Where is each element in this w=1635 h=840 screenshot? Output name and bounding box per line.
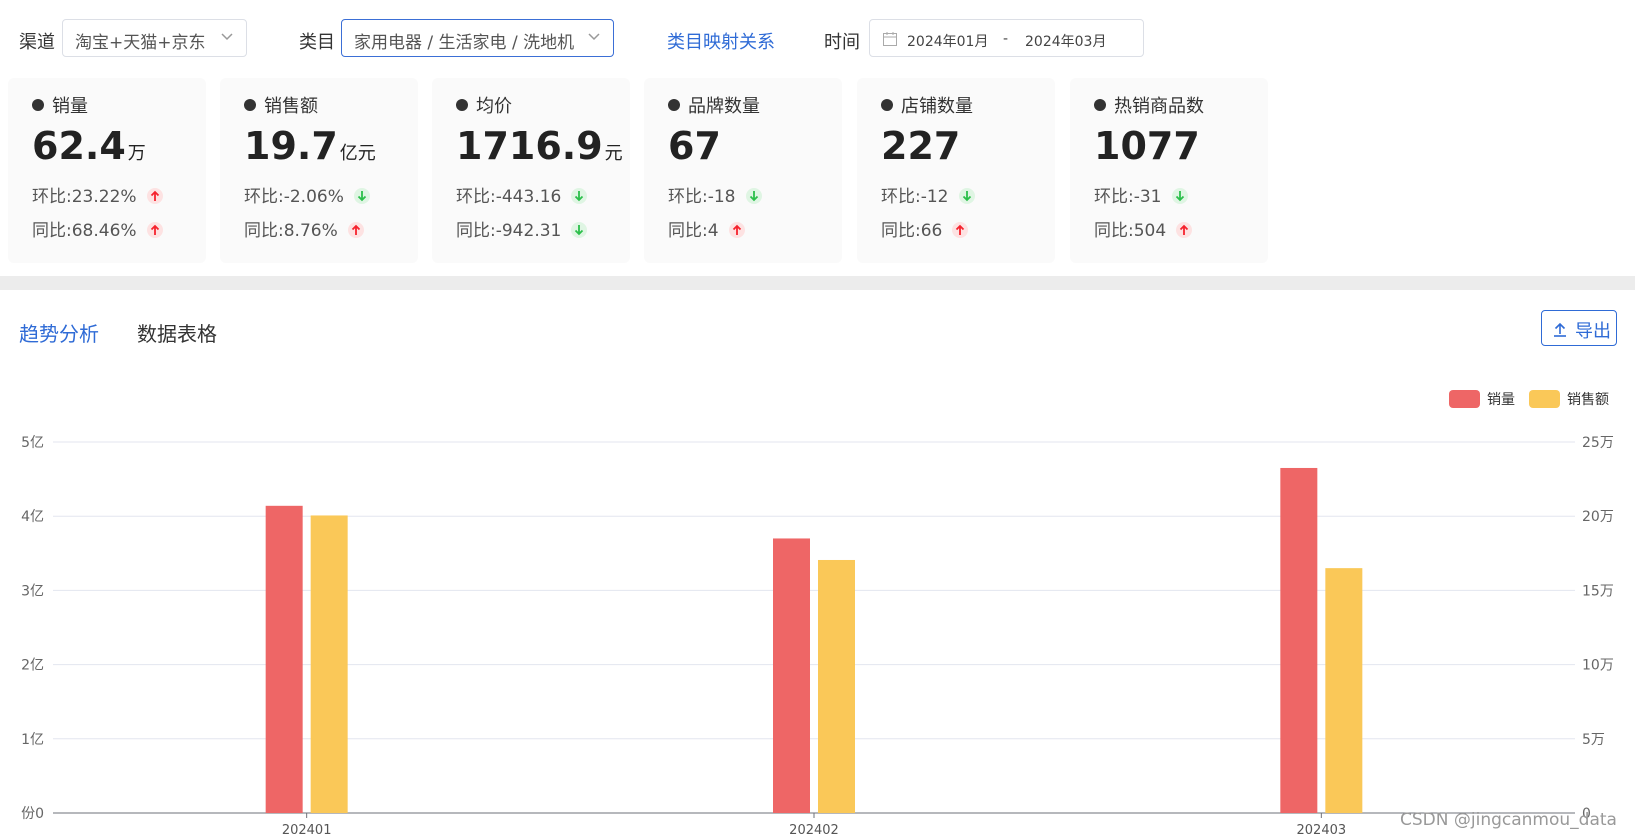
kpi-mom: 环比:-18 bbox=[668, 182, 762, 207]
channel-select[interactable]: 淘宝+天猫+京东 bbox=[62, 19, 247, 57]
kpi-yoy: 同比:504 bbox=[1094, 216, 1193, 241]
chevron-down-icon bbox=[588, 33, 600, 41]
kpi-yoy: 同比:68.46% bbox=[32, 216, 163, 241]
bullet-dot-icon bbox=[456, 99, 468, 111]
bullet-dot-icon bbox=[32, 99, 44, 111]
kpi-value: 1716.9 元 bbox=[456, 124, 623, 168]
chart-panel: 份0 1亿 2亿 3亿 4亿 5亿 0 5万 10万 15万 20万 25万 202401 202402 2… bbox=[0, 290, 1635, 840]
bullet-dot-icon bbox=[668, 99, 680, 111]
kpi-value: 62.4 万 bbox=[32, 124, 146, 168]
arrow-up-icon bbox=[146, 188, 163, 204]
kpi-value: 67 bbox=[668, 124, 721, 168]
bar-sales-volume bbox=[265, 505, 303, 813]
kpi-mom: 环比:-31 bbox=[1094, 182, 1188, 207]
legend-label: 销售额 bbox=[1567, 392, 1609, 408]
kpi-card-sales-volume: 销量 62.4 万 环比:23.22% 同比:68.46% bbox=[8, 78, 206, 263]
y-left-tick-label: 份0 bbox=[21, 806, 44, 822]
arrow-down-icon bbox=[958, 188, 975, 204]
bar-sales-amount bbox=[1325, 568, 1363, 813]
kpi-card-sales-amount: 销售额 19.7 亿元 环比:-2.06% 同比:8.76% bbox=[220, 78, 418, 263]
time-label: 时间 bbox=[824, 32, 860, 53]
kpi-yoy: 同比:4 bbox=[668, 216, 745, 241]
arrow-up-icon bbox=[347, 222, 364, 238]
arrow-up-icon bbox=[1176, 222, 1193, 238]
export-button[interactable]: 导出 bbox=[1541, 310, 1617, 346]
watermark: CSDN @jingcanmou_data bbox=[1400, 810, 1617, 830]
channel-label: 渠道 bbox=[19, 32, 55, 53]
y-left-tick-label: 3亿 bbox=[21, 583, 44, 599]
kpi-value: 1077 bbox=[1094, 124, 1200, 168]
category-select-value: 家用电器 / 生活家电 / 洗地机 bbox=[354, 33, 575, 53]
kpi-value: 227 bbox=[881, 124, 961, 168]
y-right-tick-label: 15万 bbox=[1582, 583, 1614, 599]
kpi-cards: 销量 62.4 万 环比:23.22% 同比:68.46% 销售额 19.7 亿元 … bbox=[0, 78, 1635, 276]
upload-icon bbox=[1554, 322, 1566, 337]
kpi-card-brand-count: 品牌数量 67 环比:-18 同比:4 bbox=[644, 78, 842, 263]
category-mapping-link[interactable]: 类目映射关系 bbox=[667, 28, 775, 54]
kpi-yoy: 同比:-942.31 bbox=[456, 216, 588, 241]
arrow-down-icon bbox=[571, 188, 588, 204]
kpi-title: 均价 bbox=[456, 92, 512, 118]
date-start[interactable]: 2024年01月 bbox=[907, 31, 988, 51]
calendar-icon bbox=[883, 32, 897, 46]
kpi-value: 19.7 亿元 bbox=[244, 124, 376, 168]
bar-sales-volume bbox=[1280, 467, 1318, 813]
x-tick-label: 202401 bbox=[282, 823, 332, 838]
date-range-picker[interactable]: 2024年01月 - 2024年03月 bbox=[869, 19, 1144, 57]
y-right-tick-label: 10万 bbox=[1582, 658, 1614, 674]
kpi-title: 销售额 bbox=[244, 92, 318, 118]
kpi-title: 品牌数量 bbox=[668, 92, 760, 118]
bullet-dot-icon bbox=[881, 99, 893, 111]
kpi-card-shop-count: 店铺数量 227 环比:-12 同比:66 bbox=[857, 78, 1055, 263]
kpi-mom: 环比:-443.16 bbox=[456, 182, 588, 207]
tab-data-table[interactable]: 数据表格 bbox=[137, 318, 217, 347]
arrow-down-icon bbox=[571, 222, 588, 238]
x-tick-label: 202402 bbox=[789, 823, 839, 838]
y-right-tick-label: 5万 bbox=[1582, 732, 1605, 748]
arrow-down-icon bbox=[1171, 188, 1188, 204]
bar-sales-volume bbox=[773, 538, 810, 813]
y-left-tick-label: 4亿 bbox=[21, 509, 44, 525]
tab-trend-analysis[interactable]: 趋势分析 bbox=[19, 318, 99, 347]
legend-swatch bbox=[1449, 390, 1480, 408]
kpi-card-hot-products: 热销商品数 1077 环比:-31 同比:504 bbox=[1070, 78, 1268, 263]
arrow-down-icon bbox=[353, 188, 370, 204]
arrow-up-icon bbox=[728, 222, 745, 238]
bullet-dot-icon bbox=[244, 99, 256, 111]
y-left-tick-label: 1亿 bbox=[21, 732, 44, 748]
arrow-down-icon bbox=[745, 188, 762, 204]
section-divider bbox=[0, 276, 1635, 290]
kpi-mom: 环比:-2.06% bbox=[244, 182, 370, 207]
filter-bar: 渠道 淘宝+天猫+京东 类目 家用电器 / 生活家电 / 洗地机 类目映射关系 … bbox=[0, 0, 1635, 78]
legend-swatch bbox=[1529, 390, 1560, 408]
kpi-title: 热销商品数 bbox=[1094, 92, 1204, 118]
kpi-mom: 环比:-12 bbox=[881, 182, 975, 207]
kpi-card-avg-price: 均价 1716.9 元 环比:-443.16 同比:-942.31 bbox=[432, 78, 630, 263]
bar-sales-amount bbox=[310, 515, 348, 813]
category-select[interactable]: 家用电器 / 生活家电 / 洗地机 bbox=[341, 19, 614, 57]
arrow-up-icon bbox=[952, 222, 969, 238]
kpi-title: 销量 bbox=[32, 92, 88, 118]
bar-sales-amount bbox=[818, 559, 855, 813]
y-left-tick-label: 5亿 bbox=[21, 435, 44, 451]
channel-select-value: 淘宝+天猫+京东 bbox=[75, 33, 206, 53]
kpi-yoy: 同比:66 bbox=[881, 216, 969, 241]
y-left-tick-label: 2亿 bbox=[21, 658, 44, 674]
y-right-tick-label: 20万 bbox=[1582, 509, 1614, 525]
kpi-yoy: 同比:8.76% bbox=[244, 216, 364, 241]
kpi-mom: 环比:23.22% bbox=[32, 182, 163, 207]
x-tick-label: 202403 bbox=[1297, 823, 1347, 838]
chevron-down-icon bbox=[221, 33, 233, 41]
date-separator: - bbox=[1003, 31, 1009, 47]
date-end[interactable]: 2024年03月 bbox=[1025, 31, 1106, 51]
bullet-dot-icon bbox=[1094, 99, 1106, 111]
category-label: 类目 bbox=[299, 32, 335, 53]
trend-chart: 份01亿2亿3亿4亿5亿05万10万15万20万25万202401 202402 2… bbox=[21, 390, 1614, 838]
y-right-tick-label: 25万 bbox=[1582, 435, 1614, 451]
legend-label: 销量 bbox=[1487, 392, 1515, 408]
kpi-title: 店铺数量 bbox=[881, 92, 973, 118]
arrow-up-icon bbox=[146, 222, 163, 238]
